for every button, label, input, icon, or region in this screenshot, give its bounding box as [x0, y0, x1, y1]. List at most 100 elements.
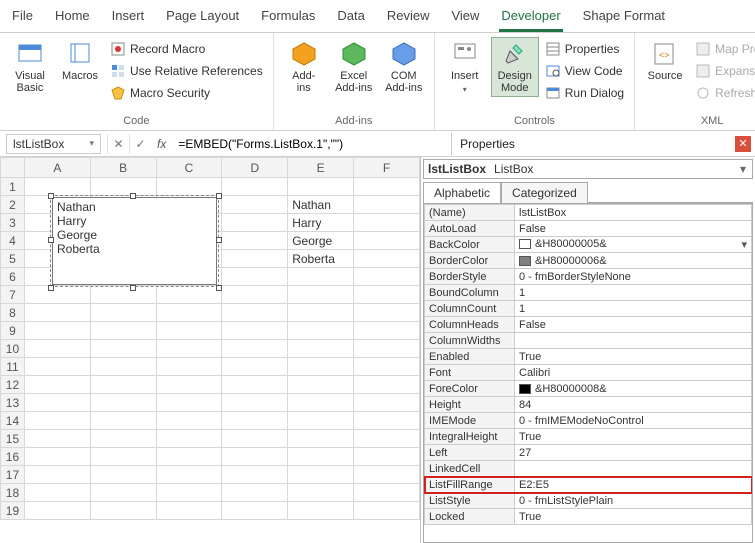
cell[interactable] [222, 430, 288, 448]
cell[interactable] [354, 286, 420, 304]
property-row[interactable]: BorderColor&H80000006& [425, 253, 752, 269]
cell[interactable] [288, 340, 354, 358]
design-mode-button[interactable]: Design Mode [491, 37, 539, 97]
row-header[interactable]: 2 [1, 196, 25, 214]
properties-table[interactable]: (Name)lstListBoxAutoLoadFalseBackColor&H… [424, 204, 752, 525]
cell[interactable] [222, 358, 288, 376]
cell[interactable] [288, 394, 354, 412]
tab-view[interactable]: View [449, 4, 481, 32]
row-header[interactable]: 18 [1, 484, 25, 502]
cell[interactable] [156, 322, 222, 340]
property-row[interactable]: BorderStyle0 - fmBorderStyleNone [425, 269, 752, 285]
cell[interactable] [156, 286, 222, 304]
cell[interactable] [222, 502, 288, 520]
cell[interactable] [90, 448, 156, 466]
cell[interactable] [156, 394, 222, 412]
cell[interactable] [90, 340, 156, 358]
cell[interactable] [156, 502, 222, 520]
cell[interactable] [354, 448, 420, 466]
cell[interactable] [288, 484, 354, 502]
worksheet-grid[interactable]: ABCDEF12Nathan3Harry4George5Roberta67891… [0, 157, 420, 543]
cell[interactable] [222, 340, 288, 358]
property-row[interactable]: ListStyle0 - fmListStylePlain [425, 493, 752, 509]
cell[interactable] [354, 376, 420, 394]
cell[interactable] [156, 358, 222, 376]
cell[interactable] [156, 430, 222, 448]
listbox-control[interactable]: NathanHarryGeorgeRoberta [52, 197, 217, 285]
tab-home[interactable]: Home [53, 4, 92, 32]
name-box[interactable]: lstListBox▾ [6, 134, 101, 154]
cell[interactable] [288, 304, 354, 322]
cell[interactable] [90, 430, 156, 448]
tab-insert[interactable]: Insert [110, 4, 147, 32]
column-header[interactable]: B [90, 158, 156, 178]
row-header[interactable]: 8 [1, 304, 25, 322]
excel-addins-button[interactable]: Excel Add-ins [330, 37, 378, 97]
cell[interactable] [222, 178, 288, 196]
record-macro-button[interactable]: Record Macro [106, 39, 267, 59]
properties-button[interactable]: Properties [541, 39, 628, 59]
cell[interactable] [24, 466, 90, 484]
cell[interactable] [156, 466, 222, 484]
cell[interactable] [156, 340, 222, 358]
cell[interactable] [24, 448, 90, 466]
property-row[interactable]: IntegralHeightTrue [425, 429, 752, 445]
cell[interactable] [222, 286, 288, 304]
cell[interactable] [24, 394, 90, 412]
listbox-item[interactable]: George [57, 228, 212, 242]
properties-object-selector[interactable]: lstListBox ListBox ▾ [423, 159, 753, 179]
visual-basic-button[interactable]: Visual Basic [6, 37, 54, 97]
cell[interactable] [354, 484, 420, 502]
property-row[interactable]: ColumnCount1 [425, 301, 752, 317]
cell[interactable] [288, 412, 354, 430]
run-dialog-button[interactable]: Run Dialog [541, 83, 628, 103]
resize-handle[interactable] [130, 193, 136, 199]
property-row[interactable]: FontCalibri [425, 365, 752, 381]
property-row[interactable]: BackColor&H80000005&▾ [425, 237, 752, 253]
cancel-formula-button[interactable]: ✕ [107, 134, 129, 154]
property-row[interactable]: ListFillRangeE2:E5 [425, 477, 752, 493]
property-row[interactable]: (Name)lstListBox [425, 205, 752, 221]
row-header[interactable]: 13 [1, 394, 25, 412]
cell[interactable] [24, 304, 90, 322]
formula-input[interactable] [172, 134, 451, 154]
addins-button[interactable]: Add- ins [280, 37, 328, 97]
cell[interactable] [288, 430, 354, 448]
cell[interactable] [24, 178, 90, 196]
cell[interactable] [354, 394, 420, 412]
row-header[interactable]: 17 [1, 466, 25, 484]
cell[interactable] [222, 322, 288, 340]
cell[interactable] [24, 502, 90, 520]
cell[interactable] [354, 304, 420, 322]
cell[interactable] [288, 448, 354, 466]
column-header[interactable]: A [24, 158, 90, 178]
source-button[interactable]: <>Source [641, 37, 689, 85]
props-tab-categorized[interactable]: Categorized [501, 182, 588, 203]
fx-icon[interactable]: fx [151, 137, 172, 151]
cell[interactable] [222, 268, 288, 286]
row-header[interactable]: 14 [1, 412, 25, 430]
cell[interactable]: Nathan [288, 196, 354, 214]
row-header[interactable]: 11 [1, 358, 25, 376]
cell[interactable] [354, 502, 420, 520]
row-header[interactable]: 4 [1, 232, 25, 250]
row-header[interactable]: 9 [1, 322, 25, 340]
com-addins-button[interactable]: COM Add-ins [380, 37, 428, 97]
listbox-item[interactable]: Nathan [57, 200, 212, 214]
cell[interactable] [90, 286, 156, 304]
view-code-button[interactable]: View Code [541, 61, 628, 81]
cell[interactable] [222, 250, 288, 268]
cell[interactable] [90, 412, 156, 430]
property-row[interactable]: ColumnWidths [425, 333, 752, 349]
row-header[interactable]: 16 [1, 448, 25, 466]
cell[interactable] [354, 178, 420, 196]
cell[interactable] [156, 484, 222, 502]
property-row[interactable]: ForeColor&H80000008& [425, 381, 752, 397]
row-header[interactable]: 7 [1, 286, 25, 304]
column-header[interactable]: E [288, 158, 354, 178]
cell[interactable] [90, 304, 156, 322]
cell[interactable] [288, 322, 354, 340]
close-properties-button[interactable]: ✕ [735, 136, 751, 152]
cell[interactable] [354, 430, 420, 448]
cell[interactable] [156, 412, 222, 430]
